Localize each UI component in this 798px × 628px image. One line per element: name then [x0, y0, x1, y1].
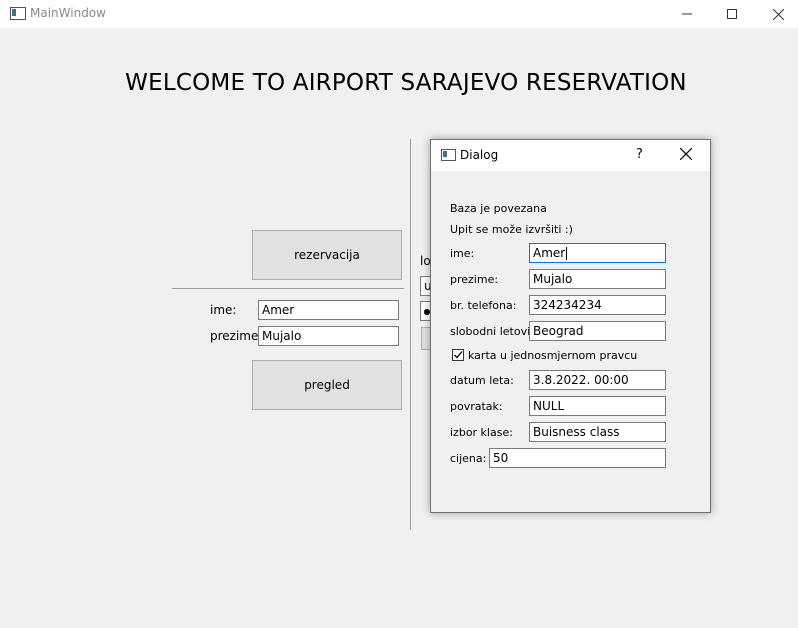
maximize-button[interactable] [709, 0, 755, 28]
d-klasa-field[interactable]: Buisness class [529, 422, 666, 442]
welcome-heading: WELCOME TO AIRPORT SARAJEVO RESERVATION [125, 70, 687, 96]
app-icon [10, 7, 26, 20]
ime-field[interactable]: Amer [258, 300, 399, 320]
d-povratak-field[interactable]: NULL [529, 396, 666, 416]
d-telefon-label: br. telefona: [450, 299, 517, 312]
d-letovi-field[interactable]: Beograd [529, 321, 666, 341]
d-ime-field[interactable]: Amer [529, 243, 666, 263]
d-telefon-field[interactable]: 324234234 [529, 295, 666, 315]
status-db-connected: Baza je povezana [450, 202, 547, 215]
dialog-title: Dialog [460, 148, 499, 162]
dialog-app-icon [441, 149, 456, 161]
prezime-label: prezime: [210, 329, 263, 343]
help-button[interactable]: ? [636, 147, 643, 162]
close-icon [772, 8, 784, 20]
close-button[interactable] [755, 0, 798, 28]
d-povratak-label: povratak: [450, 400, 503, 413]
prezime-field[interactable]: Mujalo [258, 326, 399, 346]
d-letovi-label: slobodni letovi: [450, 325, 534, 338]
d-klasa-label: izbor klase: [450, 426, 513, 439]
status-query-ready: Upit se može izvršiti :) [450, 223, 573, 236]
review-button[interactable]: pregled [252, 360, 402, 410]
d-prezime-label: prezime: [450, 273, 499, 286]
dialog-close-button[interactable] [679, 147, 693, 163]
vertical-divider [410, 139, 411, 530]
d-ime-label: ime: [450, 247, 475, 260]
text-cursor [566, 247, 568, 260]
one-way-checkbox[interactable] [452, 349, 464, 361]
d-ime-value: Amer [533, 246, 566, 260]
dialog-window: Dialog ? Baza je povezana Upit se može i… [430, 139, 711, 513]
dialog-titlebar: Dialog ? [431, 140, 710, 171]
reservation-button[interactable]: rezervacija [252, 230, 402, 280]
d-cijena-field[interactable]: 50 [489, 448, 666, 468]
d-prezime-field[interactable]: Mujalo [529, 269, 666, 289]
minimize-button[interactable] [664, 0, 710, 28]
minimize-icon [682, 13, 692, 15]
window-title: MainWindow [30, 6, 106, 20]
window-titlebar: MainWindow [0, 0, 798, 28]
one-way-label[interactable]: karta u jednosmjernom pravcu [468, 349, 637, 362]
d-datum-label: datum leta: [450, 374, 514, 387]
maximize-icon [727, 9, 737, 19]
ime-label: ime: [210, 303, 237, 317]
horizontal-divider [172, 288, 404, 289]
close-icon [679, 147, 693, 161]
d-datum-field[interactable]: 3.8.2022. 00:00 [529, 370, 666, 390]
checkmark-icon [454, 351, 463, 359]
d-cijena-label: cijena: [450, 452, 487, 465]
